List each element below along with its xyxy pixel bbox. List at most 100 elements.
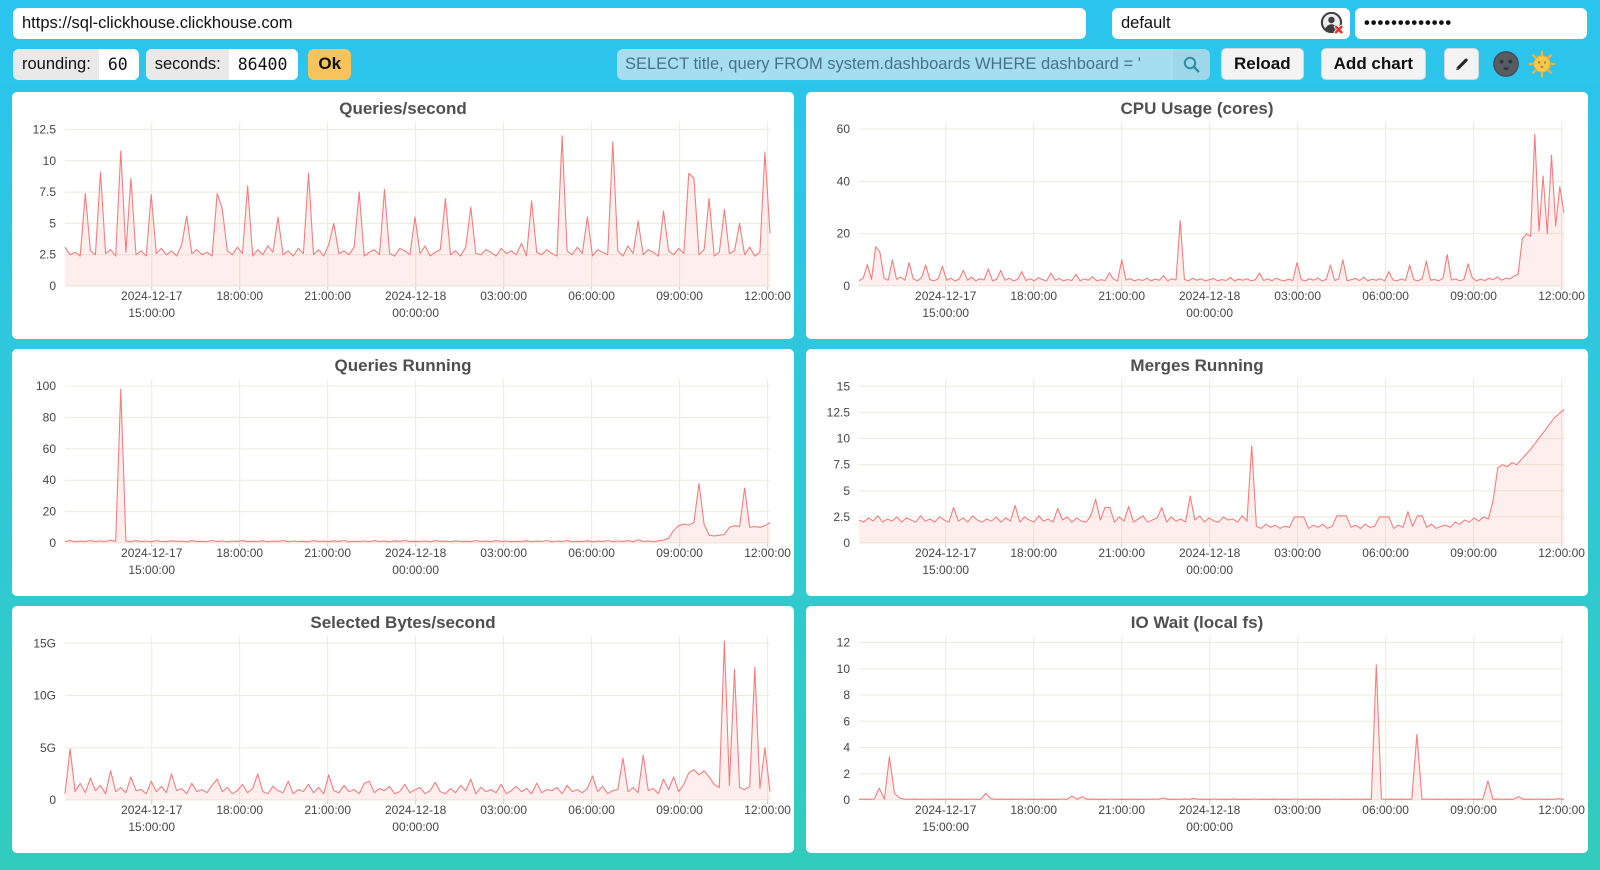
svg-text:100: 100 <box>36 379 56 393</box>
ok-button[interactable]: Ok <box>308 49 351 80</box>
sun-face-icon <box>1528 50 1556 78</box>
chart-card-io-wait-local-fs: IO Wait (local fs)2024-12-1715:00:0018:0… <box>806 606 1588 853</box>
svg-text:06:00:00: 06:00:00 <box>1362 546 1409 560</box>
svg-text:06:00:00: 06:00:00 <box>568 803 615 817</box>
svg-text:0: 0 <box>843 536 850 550</box>
svg-text:2024-12-18: 2024-12-18 <box>1179 546 1241 560</box>
svg-text:15: 15 <box>837 379 851 393</box>
svg-text:03:00:00: 03:00:00 <box>1274 289 1321 303</box>
svg-text:21:00:00: 21:00:00 <box>1098 803 1145 817</box>
svg-text:60: 60 <box>43 442 57 456</box>
reload-button[interactable]: Reload <box>1221 48 1304 80</box>
chart-plot-queries-second[interactable]: 2024-12-1715:00:0018:00:0021:00:002024-1… <box>12 92 794 339</box>
charts-grid: Queries/second2024-12-1715:00:0018:00:00… <box>0 80 1600 853</box>
svg-text:03:00:00: 03:00:00 <box>1274 546 1321 560</box>
svg-text:2024-12-17: 2024-12-17 <box>915 803 977 817</box>
query-search-wrap <box>617 49 1210 80</box>
svg-text:8: 8 <box>843 688 850 702</box>
chart-card-queries-running: Queries Running2024-12-1715:00:0018:00:0… <box>12 349 794 596</box>
svg-text:80: 80 <box>43 410 57 424</box>
chart-plot-cpu-usage-cores[interactable]: 2024-12-1715:00:0018:00:0021:00:002024-1… <box>806 92 1588 339</box>
svg-text:2024-12-18: 2024-12-18 <box>1179 289 1241 303</box>
svg-text:09:00:00: 09:00:00 <box>656 289 703 303</box>
svg-text:10: 10 <box>43 154 57 168</box>
chart-plot-queries-running[interactable]: 2024-12-1715:00:0018:00:0021:00:002024-1… <box>12 349 794 596</box>
user-input[interactable] <box>1112 8 1350 39</box>
svg-text:10: 10 <box>837 662 851 676</box>
svg-text:2024-12-18: 2024-12-18 <box>385 546 447 560</box>
svg-text:03:00:00: 03:00:00 <box>480 289 527 303</box>
svg-text:18:00:00: 18:00:00 <box>1010 803 1057 817</box>
svg-text:21:00:00: 21:00:00 <box>304 546 351 560</box>
search-button[interactable] <box>1173 49 1210 80</box>
add-chart-button[interactable]: Add chart <box>1321 48 1426 80</box>
svg-text:15:00:00: 15:00:00 <box>922 563 969 577</box>
query-input[interactable] <box>617 49 1173 80</box>
toolbar-row: rounding: 60 seconds: 86400 Ok Reload Ad… <box>0 39 1600 80</box>
password-input[interactable] <box>1355 8 1587 39</box>
user-x-icon[interactable] <box>1320 11 1345 36</box>
svg-text:09:00:00: 09:00:00 <box>1450 289 1497 303</box>
svg-text:0: 0 <box>49 536 56 550</box>
svg-text:15G: 15G <box>33 636 56 650</box>
svg-text:0: 0 <box>49 279 56 293</box>
svg-text:0: 0 <box>843 793 850 807</box>
svg-text:5: 5 <box>843 484 850 498</box>
svg-text:20: 20 <box>837 227 851 241</box>
svg-text:12:00:00: 12:00:00 <box>744 289 791 303</box>
svg-text:15:00:00: 15:00:00 <box>128 563 175 577</box>
svg-text:2.5: 2.5 <box>39 248 56 262</box>
svg-text:00:00:00: 00:00:00 <box>1186 306 1233 320</box>
svg-text:18:00:00: 18:00:00 <box>1010 289 1057 303</box>
svg-text:5G: 5G <box>40 741 56 755</box>
svg-text:6: 6 <box>843 714 850 728</box>
url-input[interactable] <box>13 8 1086 39</box>
magnifier-icon <box>1182 55 1201 74</box>
svg-text:09:00:00: 09:00:00 <box>656 546 703 560</box>
svg-text:2024-12-17: 2024-12-17 <box>915 289 977 303</box>
svg-text:0: 0 <box>843 279 850 293</box>
seconds-value-input[interactable]: 86400 <box>229 49 299 80</box>
chart-card-cpu-usage-cores: CPU Usage (cores)2024-12-1715:00:0018:00… <box>806 92 1588 339</box>
svg-text:18:00:00: 18:00:00 <box>216 803 263 817</box>
rounding-value-input[interactable]: 60 <box>99 49 139 80</box>
moon-face-icon <box>1492 50 1520 78</box>
svg-text:06:00:00: 06:00:00 <box>1362 289 1409 303</box>
svg-text:12:00:00: 12:00:00 <box>744 803 791 817</box>
svg-text:12:00:00: 12:00:00 <box>744 546 791 560</box>
chart-card-queries-second: Queries/second2024-12-1715:00:0018:00:00… <box>12 92 794 339</box>
svg-text:2024-12-18: 2024-12-18 <box>385 289 447 303</box>
svg-text:06:00:00: 06:00:00 <box>1362 803 1409 817</box>
chart-card-merges-running: Merges Running2024-12-1715:00:0018:00:00… <box>806 349 1588 596</box>
svg-text:5: 5 <box>49 216 56 230</box>
svg-text:12:00:00: 12:00:00 <box>1538 546 1585 560</box>
svg-text:09:00:00: 09:00:00 <box>656 803 703 817</box>
chart-card-selected-bytes-second: Selected Bytes/second2024-12-1715:00:001… <box>12 606 794 853</box>
svg-text:03:00:00: 03:00:00 <box>1274 803 1321 817</box>
svg-text:21:00:00: 21:00:00 <box>1098 546 1145 560</box>
dark-theme-button[interactable] <box>1492 50 1520 78</box>
svg-text:03:00:00: 03:00:00 <box>480 803 527 817</box>
svg-text:21:00:00: 21:00:00 <box>1098 289 1145 303</box>
rounding-label: rounding: <box>13 49 99 80</box>
svg-text:21:00:00: 21:00:00 <box>304 803 351 817</box>
svg-text:00:00:00: 00:00:00 <box>392 563 439 577</box>
svg-text:2024-12-18: 2024-12-18 <box>385 803 447 817</box>
svg-text:06:00:00: 06:00:00 <box>568 289 615 303</box>
chart-plot-io-wait-local-fs[interactable]: 2024-12-1715:00:0018:00:0021:00:002024-1… <box>806 606 1588 853</box>
edit-button[interactable] <box>1444 48 1479 80</box>
chart-plot-merges-running[interactable]: 2024-12-1715:00:0018:00:0021:00:002024-1… <box>806 349 1588 596</box>
svg-text:60: 60 <box>837 122 851 136</box>
svg-text:7.5: 7.5 <box>833 458 850 472</box>
pencil-icon <box>1453 55 1471 73</box>
light-theme-button[interactable] <box>1528 50 1556 78</box>
svg-text:2: 2 <box>843 767 850 781</box>
svg-text:18:00:00: 18:00:00 <box>216 289 263 303</box>
chart-plot-selected-bytes-second[interactable]: 2024-12-1715:00:0018:00:0021:00:002024-1… <box>12 606 794 853</box>
svg-text:2.5: 2.5 <box>833 510 850 524</box>
svg-text:20: 20 <box>43 505 57 519</box>
svg-text:00:00:00: 00:00:00 <box>1186 820 1233 834</box>
svg-text:10: 10 <box>837 432 851 446</box>
address-bar-row <box>0 0 1600 39</box>
svg-text:15:00:00: 15:00:00 <box>128 306 175 320</box>
